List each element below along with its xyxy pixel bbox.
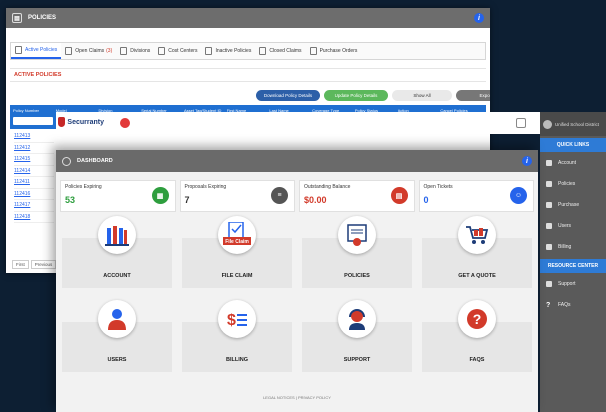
- sidebar-item-users[interactable]: Users: [540, 215, 606, 236]
- policy-number-link[interactable]: 112415: [14, 154, 54, 166]
- tile-support[interactable]: SUPPORT: [302, 300, 412, 372]
- tile-account[interactable]: ACCOUNT: [62, 216, 172, 288]
- sidebar-item-purchase[interactable]: Purchase: [540, 194, 606, 215]
- billing-icon: $: [218, 300, 256, 338]
- question-icon: ?: [458, 300, 496, 338]
- headset-icon: [546, 280, 552, 287]
- file-claim-badge: File Claim: [225, 239, 249, 245]
- policy-actions: Download Policy Details Update Policy De…: [256, 90, 490, 101]
- policy-number-link[interactable]: 112412: [14, 143, 54, 154]
- column-header[interactable]: Policy Number: [13, 108, 56, 113]
- policies-table-body: 112413 112412 112415 112414 112411 11241…: [14, 131, 54, 223]
- export-button[interactable]: Export: [456, 90, 490, 101]
- dashboard-title: DASHBOARD: [77, 158, 113, 164]
- building-icon: [98, 216, 136, 254]
- seal-icon: [120, 118, 130, 128]
- filter-input[interactable]: [13, 117, 53, 125]
- resource-center-heading: RESOURCE CENTER: [540, 259, 606, 273]
- tab-icon: [205, 47, 213, 55]
- support-agent-icon: ☺: [510, 187, 527, 204]
- first-page-button[interactable]: First: [12, 260, 29, 269]
- tab-inactive-policies[interactable]: Inactive Policies: [201, 43, 255, 59]
- question-icon: ?: [546, 301, 551, 309]
- bell-icon[interactable]: [516, 118, 526, 128]
- credit-card-icon: [546, 243, 552, 250]
- quick-links-heading: QUICK LINKS: [540, 138, 606, 152]
- brand-logo[interactable]: Securranty: [58, 116, 104, 128]
- tile-file-claim[interactable]: File Claim FILE CLAIM: [182, 216, 292, 288]
- tile-get-a-quote[interactable]: GET A QUOTE: [422, 216, 532, 288]
- calendar-icon: ▦: [151, 187, 169, 204]
- tab-icon: [15, 46, 22, 54]
- section-title: ACTIVE POLICIES: [10, 68, 486, 82]
- sidebar: Unified School District QUICK LINKS Acco…: [540, 112, 606, 412]
- policy-number-link[interactable]: 112411: [14, 177, 54, 189]
- tab-divisions[interactable]: Divisions: [116, 43, 154, 59]
- portal-top-bar: Securranty: [56, 112, 541, 134]
- shopping-cart-icon: [458, 216, 496, 254]
- sidebar-item-faqs[interactable]: ? FAQs: [540, 294, 606, 315]
- stat-card[interactable]: Proposals Expiring 7 ≡: [179, 180, 295, 212]
- tile-policies[interactable]: POLICIES: [302, 216, 412, 288]
- dashboard-window: DASHBOARD i Policies Expiring 53 ▦ Propo…: [56, 150, 538, 412]
- tab-cost-centers[interactable]: Cost Centers: [154, 43, 201, 59]
- file-claim-icon: File Claim: [218, 216, 256, 254]
- policies-title: POLICIES: [28, 15, 57, 21]
- dashboard-icon: [62, 156, 71, 166]
- user-name: Unified School District: [555, 121, 600, 127]
- info-icon[interactable]: i: [474, 13, 484, 23]
- user-icon: [98, 300, 136, 338]
- sidebar-item-account[interactable]: Account: [540, 152, 606, 173]
- tab-purchase-orders[interactable]: Purchase Orders: [306, 43, 362, 59]
- policy-number-link[interactable]: 112414: [14, 166, 54, 177]
- stat-card[interactable]: Open Tickets 0 ☺: [418, 180, 534, 212]
- sidebar-item-billing[interactable]: Billing: [540, 236, 606, 257]
- document-icon: ▤: [12, 13, 22, 23]
- policy-number-link[interactable]: 112413: [14, 131, 54, 143]
- policy-number-link[interactable]: 112418: [14, 212, 54, 223]
- svg-text:$: $: [227, 312, 236, 329]
- previous-page-button[interactable]: Previous: [30, 260, 57, 269]
- stats-row: Policies Expiring 53 ▦ Proposals Expirin…: [56, 172, 538, 212]
- stat-card[interactable]: Outstanding Balance $0.00 ▤: [299, 180, 415, 212]
- tile-faqs[interactable]: ? FAQS: [422, 300, 532, 372]
- sidebar-item-support[interactable]: Support: [540, 273, 606, 294]
- dashboard-header: DASHBOARD i: [56, 150, 538, 172]
- svg-text:?: ?: [473, 311, 482, 327]
- download-policy-details-button[interactable]: Download Policy Details: [256, 90, 320, 101]
- show-all-button[interactable]: Show All: [392, 90, 452, 101]
- tab-active-policies[interactable]: Active Policies: [11, 43, 62, 59]
- stat-card[interactable]: Policies Expiring 53 ▦: [60, 180, 176, 212]
- document-icon: [546, 180, 552, 187]
- avatar: [543, 119, 552, 129]
- tab-icon: [158, 47, 166, 55]
- open-claims-count: (3): [106, 48, 113, 54]
- tab-closed-claims[interactable]: Closed Claims: [255, 43, 305, 59]
- policy-number-link[interactable]: 112416: [14, 189, 54, 200]
- tab-open-claims[interactable]: Open Claims (3): [61, 43, 116, 59]
- shield-icon: [58, 117, 66, 127]
- user-menu[interactable]: Unified School District: [540, 112, 606, 136]
- tab-icon: [120, 47, 128, 55]
- sidebar-item-policies[interactable]: Policies: [540, 173, 606, 194]
- policies-header: ▤ POLICIES i: [6, 8, 490, 28]
- cart-icon: [546, 201, 552, 208]
- document-icon: ≡: [271, 187, 288, 204]
- certificate-icon: [338, 216, 376, 254]
- footer-links[interactable]: LEGAL NOTICES | PRIVACY POLICY: [56, 395, 538, 400]
- tab-icon: [65, 47, 73, 55]
- policy-number-link[interactable]: 112417: [14, 200, 54, 212]
- policies-tabs: Active Policies Open Claims (3) Division…: [10, 42, 486, 60]
- pagination: First Previous: [12, 260, 57, 269]
- tab-icon: [259, 47, 267, 55]
- users-icon: [546, 222, 552, 229]
- tab-icon: [309, 47, 317, 55]
- info-icon[interactable]: i: [522, 156, 532, 166]
- user-icon: [546, 159, 552, 166]
- update-policy-details-button[interactable]: Update Policy Details: [324, 90, 388, 101]
- tile-users[interactable]: USERS: [62, 300, 172, 372]
- headset-icon: [338, 300, 376, 338]
- invoice-icon: ▤: [390, 187, 408, 204]
- tile-billing[interactable]: $ BILLING: [182, 300, 292, 372]
